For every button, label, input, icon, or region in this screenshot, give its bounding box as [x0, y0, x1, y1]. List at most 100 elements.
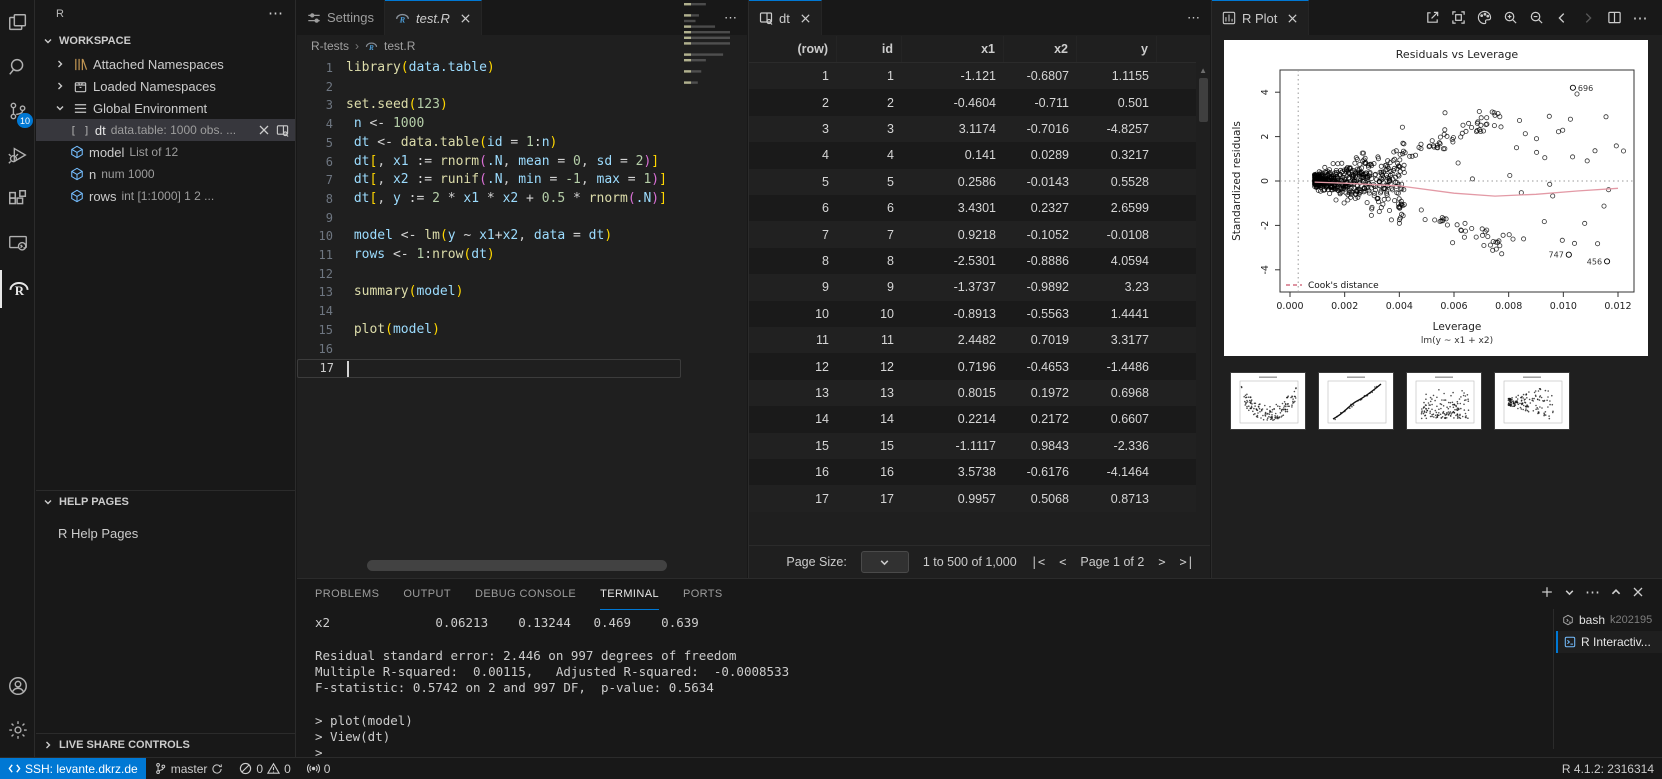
- page-size-select[interactable]: [860, 551, 909, 573]
- remote-indicator[interactable]: SSH: levante.dkrz.de: [0, 758, 146, 779]
- close-icon[interactable]: [1287, 13, 1298, 24]
- close-icon[interactable]: [800, 13, 811, 24]
- table-row[interactable]: 16 16 3.5738 -0.6176 -4.1464: [749, 459, 1196, 486]
- line-number[interactable]: 17: [298, 360, 334, 377]
- plot-thumbnail-scale-location[interactable]: [1406, 372, 1482, 430]
- maximize-panel-icon[interactable]: [1610, 586, 1622, 598]
- line-number[interactable]: 7: [297, 172, 333, 191]
- table-row[interactable]: 3 3 3.1174 -0.7016 -4.8257: [749, 115, 1196, 143]
- line-number[interactable]: 3: [297, 97, 333, 116]
- zoom-out-icon[interactable]: [1524, 6, 1548, 30]
- minimap[interactable]: [683, 0, 735, 140]
- line-number[interactable]: 6: [297, 154, 333, 173]
- scroll-up-arrow-icon[interactable]: ▲: [1199, 66, 1207, 75]
- close-icon[interactable]: [258, 124, 270, 137]
- terminal-profile-dropdown-icon[interactable]: [1564, 587, 1575, 598]
- r-extension-icon[interactable]: R: [0, 270, 35, 308]
- section-help-pages[interactable]: HELP PAGES: [36, 490, 295, 512]
- terminal-output[interactable]: x2 0.06213 0.13244 0.469 0.639 Residual …: [315, 615, 1542, 760]
- table-row[interactable]: 1 1 -1.121 -0.6807 1.1155: [749, 63, 1196, 90]
- table-row[interactable]: 7 7 0.9218 -0.1052 -0.0108: [749, 221, 1196, 248]
- table-row[interactable]: 8 8 -2.5301 -0.8886 4.0594: [749, 247, 1196, 275]
- table-row[interactable]: 12 12 0.7196 -0.4653 -1.4486: [749, 353, 1196, 380]
- column-header-x2[interactable]: x2: [1004, 36, 1077, 62]
- r-session-indicator[interactable]: R 4.1.2: 2316314: [1554, 758, 1662, 779]
- tab-r-plot[interactable]: R Plot: [1212, 0, 1310, 35]
- tab-dt[interactable]: dt: [749, 0, 822, 35]
- run-debug-icon[interactable]: [0, 136, 35, 174]
- tree-item-attached-namespaces[interactable]: Attached Namespaces: [36, 53, 295, 75]
- breadcrumb[interactable]: R-tests › R test.R: [297, 35, 747, 57]
- table-row[interactable]: 4 4 0.141 0.0289 0.3217: [749, 142, 1196, 169]
- table-row[interactable]: 17 17 0.9957 0.5068 0.8713: [749, 485, 1196, 512]
- sidebar-more-actions-icon[interactable]: ⋯: [268, 4, 283, 22]
- table-row[interactable]: 13 13 0.8015 0.1972 0.6968: [749, 379, 1196, 407]
- open-external-icon[interactable]: [1420, 6, 1444, 30]
- new-terminal-icon[interactable]: [1540, 585, 1554, 599]
- line-number[interactable]: 16: [297, 341, 333, 360]
- close-icon[interactable]: [460, 13, 471, 24]
- tree-item-dt[interactable]: [ ] dt data.table: 1000 obs. ...: [36, 119, 295, 141]
- accounts-icon[interactable]: [0, 667, 35, 705]
- settings-gear-icon[interactable]: [0, 711, 35, 749]
- git-branch-indicator[interactable]: master: [146, 758, 232, 779]
- line-number[interactable]: 8: [297, 191, 333, 210]
- horizontal-scrollbar[interactable]: [367, 560, 667, 571]
- prev-plot-icon[interactable]: [1550, 6, 1574, 30]
- table-row[interactable]: 10 10 -0.8913 -0.5563 1.4441: [749, 300, 1196, 327]
- panel-tab-ports[interactable]: PORTS: [683, 579, 723, 610]
- table-header[interactable]: (row) id x1 x2 y: [749, 36, 1196, 63]
- tree-item-rows[interactable]: rows int [1:1000] 1 2 ...: [36, 185, 295, 207]
- open-viewer-icon[interactable]: [276, 124, 289, 137]
- breadcrumb-folder[interactable]: R-tests: [311, 39, 349, 53]
- plot-thumbnail-normal-qq[interactable]: [1318, 372, 1394, 430]
- tree-item-global-environment[interactable]: Global Environment: [36, 97, 295, 119]
- panel-tab-problems[interactable]: PROBLEMS: [315, 579, 379, 610]
- tab-testr[interactable]: R test.R: [384, 0, 482, 35]
- column-header-y[interactable]: y: [1077, 36, 1157, 62]
- line-number[interactable]: 9: [297, 210, 333, 229]
- line-number[interactable]: 10: [297, 228, 333, 247]
- table-row[interactable]: 6 6 3.4301 0.2327 2.6599: [749, 195, 1196, 222]
- fit-frame-icon[interactable]: [1446, 6, 1470, 30]
- line-number[interactable]: 12: [297, 266, 333, 285]
- table-row[interactable]: 2 2 -0.4604 -0.711 0.501: [749, 89, 1196, 116]
- line-number[interactable]: 4: [297, 116, 333, 135]
- column-header-row[interactable]: (row): [749, 36, 837, 62]
- table-row[interactable]: 15 15 -1.1117 0.9843 -2.336: [749, 432, 1196, 459]
- vertical-scrollbar[interactable]: [1199, 78, 1208, 122]
- line-number[interactable]: 15: [297, 322, 333, 341]
- broadcast-indicator[interactable]: 0: [299, 758, 339, 779]
- tree-item-model[interactable]: model List of 12: [36, 141, 295, 163]
- palette-icon[interactable]: [1472, 6, 1496, 30]
- tree-item-loaded-namespaces[interactable]: Loaded Namespaces: [36, 75, 295, 97]
- more-actions-icon[interactable]: ⋯: [1628, 6, 1652, 30]
- section-live-share[interactable]: LIVE SHARE CONTROLS: [36, 733, 295, 755]
- problems-indicator[interactable]: 0 0: [231, 758, 298, 779]
- section-workspace[interactable]: WORKSPACE: [36, 30, 295, 52]
- split-editor-icon[interactable]: [1602, 6, 1626, 30]
- terminal-list-item-bash[interactable]: bash k202195: [1556, 609, 1662, 631]
- next-plot-icon[interactable]: [1576, 6, 1600, 30]
- tree-item-n[interactable]: n num 1000: [36, 163, 295, 185]
- line-number[interactable]: 5: [297, 135, 333, 154]
- panel-tab-output[interactable]: OUTPUT: [403, 579, 451, 610]
- panel-tab-debug-console[interactable]: DEBUG CONSOLE: [475, 579, 576, 610]
- panel-tab-terminal[interactable]: TERMINAL: [600, 579, 659, 610]
- line-number[interactable]: 14: [297, 303, 333, 322]
- plot-thumbnail-residuals-vs-leverage[interactable]: [1494, 372, 1570, 430]
- zoom-in-icon[interactable]: [1498, 6, 1522, 30]
- terminal-list-item-r-interactive[interactable]: R Interactiv...: [1556, 631, 1662, 653]
- column-header-id[interactable]: id: [837, 36, 902, 62]
- table-row[interactable]: 9 9 -1.3737 -0.9892 3.23: [749, 274, 1196, 301]
- next-page-button[interactable]: >: [1158, 555, 1165, 569]
- last-page-button[interactable]: >|: [1180, 555, 1194, 569]
- line-number[interactable]: 1: [297, 60, 333, 79]
- table-row[interactable]: 14 14 0.2214 0.2172 0.6607: [749, 406, 1196, 433]
- plot-thumbnail-residuals-vs-fitted[interactable]: [1230, 372, 1306, 430]
- explorer-icon[interactable]: [0, 4, 35, 42]
- line-number[interactable]: 2: [297, 79, 333, 98]
- close-panel-icon[interactable]: [1632, 586, 1644, 598]
- table-row[interactable]: 5 5 0.2586 -0.0143 0.5528: [749, 168, 1196, 195]
- first-page-button[interactable]: |<: [1031, 555, 1045, 569]
